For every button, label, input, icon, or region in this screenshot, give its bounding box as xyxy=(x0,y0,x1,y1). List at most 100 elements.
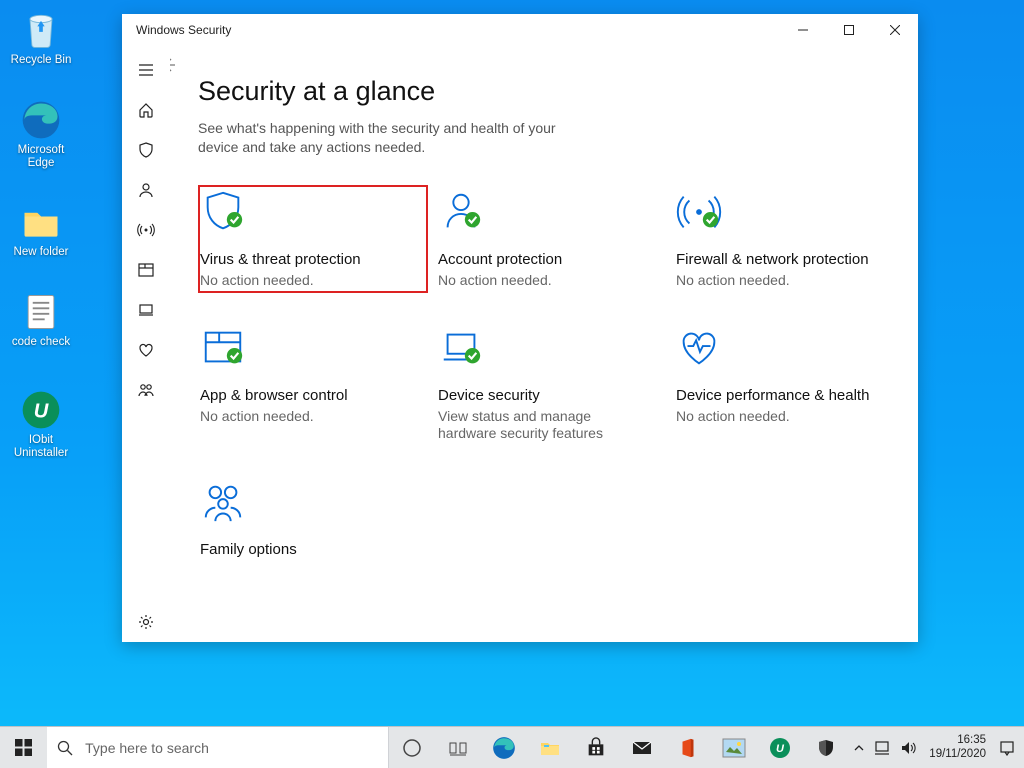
tile-account-protection[interactable]: Account protection No action needed. xyxy=(436,185,666,293)
nav-home[interactable] xyxy=(122,90,170,130)
taskbar-search[interactable]: Type here to search xyxy=(47,727,389,768)
shield-check-icon xyxy=(200,189,424,243)
taskbar-store[interactable] xyxy=(573,727,619,768)
folder-icon xyxy=(19,200,63,244)
taskview-icon xyxy=(448,738,468,758)
menu-icon xyxy=(137,61,155,79)
tile-device-security[interactable]: Device security View status and manage h… xyxy=(436,321,666,447)
search-icon xyxy=(57,740,73,756)
windows-logo-icon xyxy=(15,739,32,756)
tile-title: Family options xyxy=(200,541,424,560)
app-browser-icon xyxy=(137,261,155,279)
tile-device-performance[interactable]: Device performance & health No action ne… xyxy=(674,321,904,447)
nav-device[interactable] xyxy=(122,290,170,330)
desktop-icon-label: IObit Uninstaller xyxy=(4,434,78,460)
desktop-icon-label: New folder xyxy=(4,246,78,259)
minimize-button[interactable] xyxy=(780,14,826,46)
start-button[interactable] xyxy=(0,727,47,768)
maximize-icon xyxy=(844,25,854,35)
edge-icon xyxy=(491,735,517,761)
nav-browser[interactable] xyxy=(122,250,170,290)
windows-security-window: Windows Security xyxy=(122,14,918,642)
shield-icon xyxy=(137,141,155,159)
picture-icon xyxy=(722,738,746,758)
system-tray: 16:35 19/11/2020 xyxy=(849,727,1024,768)
office-icon xyxy=(678,737,698,759)
nav-settings[interactable] xyxy=(122,602,170,642)
tile-status: No action needed. xyxy=(200,272,385,290)
laptop-check-icon xyxy=(438,325,662,379)
tile-virus-threat[interactable]: Virus & threat protection No action need… xyxy=(198,185,428,293)
desktop-icon-edge[interactable]: Microsoft Edge xyxy=(4,98,78,170)
taskbar-iobit[interactable]: U xyxy=(757,727,803,768)
desktop-icon-code-check[interactable]: code check xyxy=(4,290,78,349)
taskbar: Type here to search U 16:35 19/11/2020 xyxy=(0,726,1024,768)
chevron-up-icon xyxy=(854,743,864,753)
taskbar-explorer[interactable] xyxy=(527,727,573,768)
tray-notifications[interactable] xyxy=(994,727,1020,768)
text-file-icon xyxy=(19,290,63,334)
taskbar-edge[interactable] xyxy=(481,727,527,768)
page-title: Security at a glance xyxy=(198,76,890,107)
recycle-bin-icon xyxy=(19,8,63,52)
maximize-button[interactable] xyxy=(826,14,872,46)
desktop: Recycle Bin Microsoft Edge New folder co… xyxy=(0,0,1024,726)
tile-status: No action needed. xyxy=(676,272,861,290)
shield-icon xyxy=(816,738,836,758)
desktop-icon-label: Recycle Bin xyxy=(4,54,78,67)
desktop-icon-iobit[interactable]: U IObit Uninstaller xyxy=(4,388,78,460)
tile-status: No action needed. xyxy=(676,408,861,426)
tile-grid: Virus & threat protection No action need… xyxy=(198,185,890,566)
taskbar-office[interactable] xyxy=(665,727,711,768)
back-button[interactable] xyxy=(170,50,184,80)
minimize-icon xyxy=(798,25,808,35)
main-content: Security at a glance See what's happenin… xyxy=(170,46,918,642)
taskbar-apps: U xyxy=(389,727,849,768)
taskbar-pictures[interactable] xyxy=(711,727,757,768)
speaker-icon xyxy=(900,741,916,755)
taskbar-taskview[interactable] xyxy=(435,727,481,768)
person-icon xyxy=(137,181,155,199)
signal-icon xyxy=(137,221,155,239)
desktop-icon-new-folder[interactable]: New folder xyxy=(4,200,78,259)
store-icon xyxy=(585,737,607,759)
taskbar-mail[interactable] xyxy=(619,727,665,768)
tray-network[interactable] xyxy=(869,727,895,768)
tile-title: App & browser control xyxy=(200,387,424,406)
nav-menu-button[interactable] xyxy=(122,50,170,90)
signal-check-icon xyxy=(676,189,900,243)
tile-family-options[interactable]: Family options xyxy=(198,475,428,566)
titlebar: Windows Security xyxy=(122,14,918,46)
svg-text:U: U xyxy=(776,743,785,755)
desktop-icon-label: Microsoft Edge xyxy=(4,144,78,170)
folder-icon xyxy=(538,736,562,760)
window-title: Windows Security xyxy=(136,23,231,37)
taskbar-security[interactable] xyxy=(803,727,849,768)
clock-time: 16:35 xyxy=(957,734,986,748)
iobit-icon: U xyxy=(768,736,792,760)
svg-text:U: U xyxy=(34,400,49,422)
tray-overflow[interactable] xyxy=(849,727,869,768)
mail-icon xyxy=(630,736,654,760)
search-placeholder: Type here to search xyxy=(85,740,209,756)
tile-status: No action needed. xyxy=(438,272,623,290)
nav-virus[interactable] xyxy=(122,130,170,170)
tile-status: No action needed. xyxy=(200,408,385,426)
taskbar-cortana[interactable] xyxy=(389,727,435,768)
person-check-icon xyxy=(438,189,662,243)
desktop-icon-recycle-bin[interactable]: Recycle Bin xyxy=(4,8,78,67)
nav-performance[interactable] xyxy=(122,330,170,370)
clock-date: 19/11/2020 xyxy=(929,748,986,762)
family-icon xyxy=(137,381,155,399)
nav-account[interactable] xyxy=(122,170,170,210)
nav-firewall[interactable] xyxy=(122,210,170,250)
home-icon xyxy=(137,101,155,119)
nav-family[interactable] xyxy=(122,370,170,410)
tray-clock[interactable]: 16:35 19/11/2020 xyxy=(921,734,994,762)
tile-firewall-network[interactable]: Firewall & network protection No action … xyxy=(674,185,904,293)
tray-volume[interactable] xyxy=(895,727,921,768)
close-button[interactable] xyxy=(872,14,918,46)
nav-rail xyxy=(122,46,170,642)
back-arrow-icon xyxy=(170,56,178,74)
tile-app-browser[interactable]: App & browser control No action needed. xyxy=(198,321,428,447)
